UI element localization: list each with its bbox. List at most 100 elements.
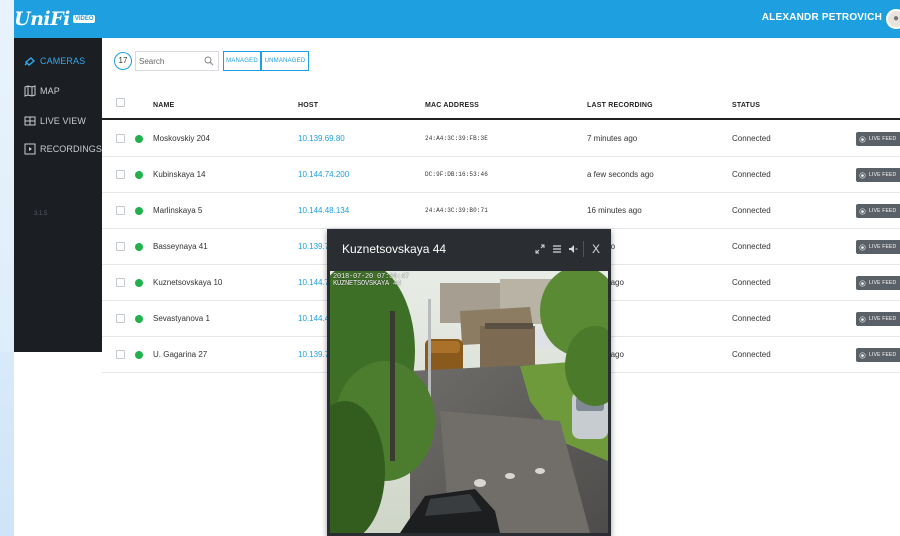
connection-status: Connected: [732, 206, 771, 215]
audio-icon[interactable]: [567, 241, 579, 257]
table-row[interactable]: Kubinskaya 14 10.144.74.200 DC:9F:DB:16:53…: [102, 157, 900, 193]
sidebar: CAMERAS MAP LIVE VIEW RECORDINGS 3.1.5: [14, 38, 102, 352]
live-feed-popup: Kuznetsovskaya 44 X 2018-07-20 07:36:47 …: [327, 229, 611, 536]
camera-name[interactable]: Basseynaya 41: [153, 242, 208, 251]
select-all-checkbox[interactable]: [116, 98, 125, 107]
expand-icon[interactable]: [534, 241, 546, 257]
column-header-status[interactable]: STATUS: [732, 102, 760, 109]
camera-count-badge: 17: [114, 52, 132, 70]
unmanaged-filter-button[interactable]: UNMANAGED: [261, 51, 309, 71]
video-timestamp: 2018-07-20 07:36:47 KUZNETSOVSKAYA 44: [333, 274, 409, 288]
row-checkbox[interactable]: [116, 314, 125, 323]
live-feed-label: LIVE FEED: [869, 280, 897, 286]
connection-status: Connected: [732, 278, 771, 287]
row-checkbox[interactable]: [116, 170, 125, 179]
video-camera-label: KUZNETSOVSKAYA 44: [333, 280, 402, 288]
connection-status: Connected: [732, 350, 771, 359]
camera-name[interactable]: U. Gagarina 27: [153, 350, 207, 359]
camera-mac: DC:9F:DB:16:53:46: [425, 171, 488, 178]
camera-name[interactable]: Sevastyanova 1: [153, 314, 210, 323]
live-feed-button[interactable]: LIVE FEED: [856, 204, 900, 218]
map-icon: [24, 85, 36, 97]
sidebar-item-label: LIVE VIEW: [40, 116, 86, 126]
live-feed-label: LIVE FEED: [869, 136, 897, 142]
row-checkbox[interactable]: [116, 350, 125, 359]
row-checkbox[interactable]: [116, 206, 125, 215]
connection-status: Connected: [732, 170, 771, 179]
last-recording: 16 minutes ago: [587, 206, 642, 215]
eye-icon: [860, 208, 865, 214]
column-header-host[interactable]: HOST: [298, 102, 318, 109]
sidebar-item-label: CAMERAS: [40, 56, 86, 66]
eye-icon: [860, 136, 865, 142]
eye-icon: [860, 244, 865, 250]
row-checkbox[interactable]: [116, 278, 125, 287]
camera-name[interactable]: Moskovskiy 204: [153, 134, 210, 143]
eye-icon: [860, 352, 865, 358]
column-header-last-recording[interactable]: LAST RECORDING: [587, 102, 653, 109]
camera-host-link[interactable]: 10.144.48.134: [298, 206, 349, 215]
managed-filter-button[interactable]: MANAGED: [223, 51, 261, 71]
camera-icon: [24, 55, 36, 67]
live-feed-button[interactable]: LIVE FEED: [856, 348, 900, 362]
live-feed-button[interactable]: LIVE FEED: [856, 276, 900, 290]
status-indicator: [135, 279, 143, 287]
app-version: 3.1.5: [34, 211, 48, 217]
live-feed-label: LIVE FEED: [869, 172, 897, 178]
camera-host-link[interactable]: 10.139.69.80: [298, 134, 345, 143]
sidebar-item-recordings[interactable]: RECORDINGS: [14, 138, 102, 160]
status-indicator: [135, 243, 143, 251]
live-feed-label: LIVE FEED: [869, 244, 897, 250]
connection-status: Connected: [732, 242, 771, 251]
logo-badge: VIDEO: [72, 15, 96, 23]
sidebar-item-label: MAP: [40, 86, 60, 96]
user-name[interactable]: ALEXANDR PETROVICH: [762, 12, 882, 23]
live-feed-label: LIVE FEED: [869, 208, 897, 214]
live-feed-button[interactable]: LIVE FEED: [856, 240, 900, 254]
live-feed-button[interactable]: LIVE FEED: [856, 168, 900, 182]
search-icon: [204, 56, 214, 66]
table-row[interactable]: Moskovskiy 204 10.139.69.80 24:A4:3C:39:FB…: [102, 121, 900, 157]
live-feed-button[interactable]: LIVE FEED: [856, 132, 900, 146]
status-indicator: [135, 207, 143, 215]
controls-divider: [583, 241, 584, 257]
play-icon: [24, 143, 36, 155]
camera-name[interactable]: Kuznetsovskaya 10: [153, 278, 222, 287]
eye-icon: [860, 316, 865, 322]
camera-name[interactable]: Marlinskaya 5: [153, 206, 202, 215]
last-recording: 7 minutes ago: [587, 134, 638, 143]
close-icon[interactable]: X: [589, 241, 603, 257]
sidebar-item-map[interactable]: MAP: [14, 80, 102, 102]
popup-title: Kuznetsovskaya 44: [342, 242, 447, 256]
last-recording: a few seconds ago: [587, 170, 654, 179]
eye-icon: [860, 280, 865, 286]
table-header: NAME HOST MAC ADDRESS LAST RECORDING STA…: [102, 90, 900, 120]
column-header-name[interactable]: NAME: [153, 102, 174, 109]
avatar[interactable]: ●: [886, 9, 900, 29]
search-box[interactable]: [135, 51, 219, 71]
unifi-logo[interactable]: UniFi VIDEO: [14, 4, 96, 34]
video-feed[interactable]: 2018-07-20 07:36:47 KUZNETSOVSKAYA 44: [330, 271, 608, 533]
live-view-icon: [24, 115, 36, 127]
sidebar-item-cameras[interactable]: CAMERAS: [14, 50, 102, 72]
sidebar-item-label: RECORDINGS: [40, 144, 103, 154]
row-checkbox[interactable]: [116, 242, 125, 251]
connection-status: Connected: [732, 314, 771, 323]
menu-icon[interactable]: [551, 241, 563, 257]
status-indicator: [135, 171, 143, 179]
row-checkbox[interactable]: [116, 134, 125, 143]
camera-name[interactable]: Kubinskaya 14: [153, 170, 205, 179]
sidebar-item-live-view[interactable]: LIVE VIEW: [14, 110, 102, 132]
table-row[interactable]: Marlinskaya 5 10.144.48.134 24:A4:3C:39:B0…: [102, 193, 900, 229]
logo-text: UniFi: [14, 8, 70, 30]
search-input[interactable]: [139, 54, 203, 68]
status-indicator: [135, 351, 143, 359]
live-feed-label: LIVE FEED: [869, 352, 897, 358]
column-header-mac[interactable]: MAC ADDRESS: [425, 102, 479, 109]
live-feed-button[interactable]: LIVE FEED: [856, 312, 900, 326]
live-feed-label: LIVE FEED: [869, 316, 897, 322]
top-header: UniFi VIDEO ALEXANDR PETROVICH ●: [14, 0, 900, 38]
camera-host-link[interactable]: 10.144.74.200: [298, 170, 349, 179]
camera-mac: 24:A4:3C:39:FB:3E: [425, 135, 488, 142]
status-indicator: [135, 315, 143, 323]
